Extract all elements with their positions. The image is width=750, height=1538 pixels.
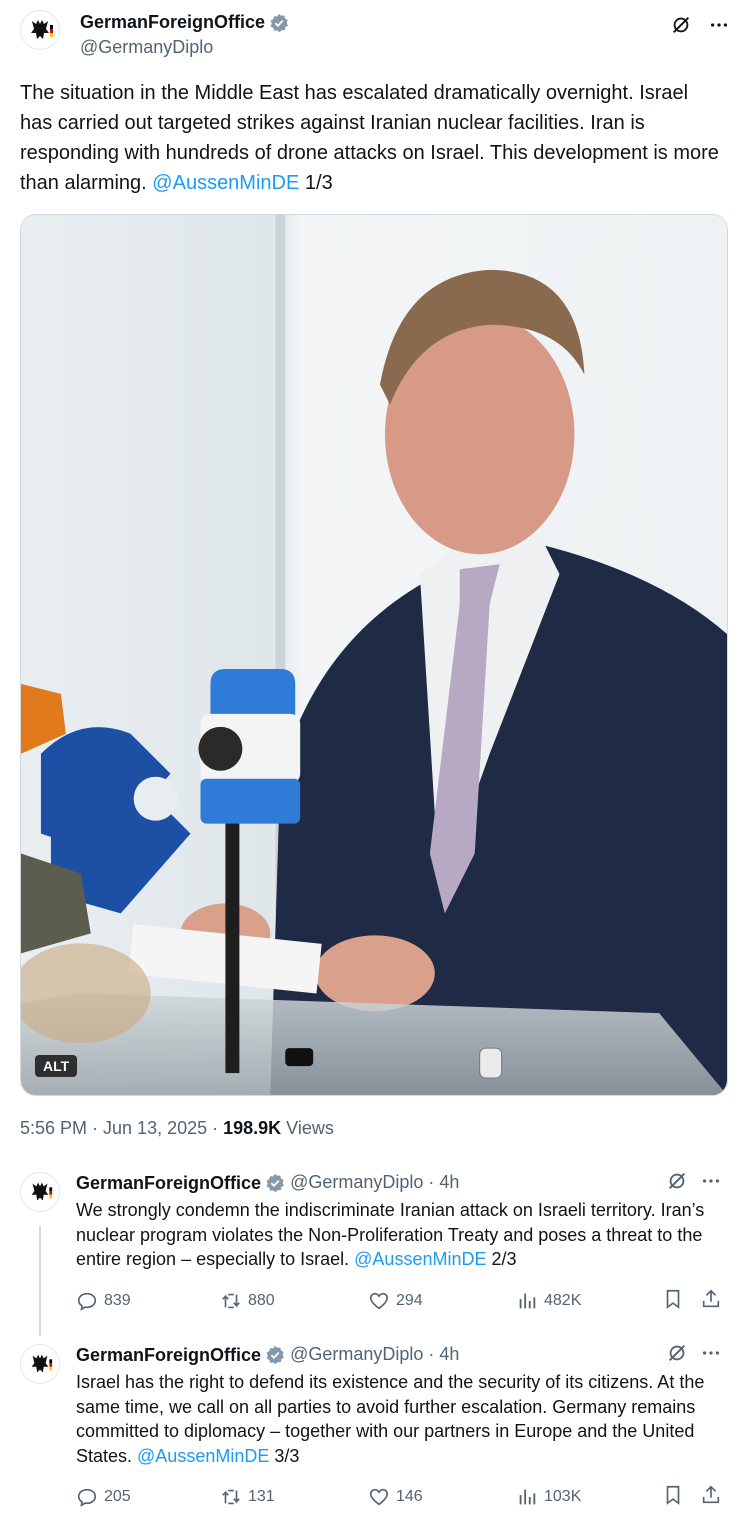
more-icon[interactable] <box>700 1342 722 1364</box>
thread-counter: 2/3 <box>486 1249 517 1269</box>
display-name[interactable]: GermanForeignOffice <box>76 1173 261 1194</box>
reply-icon <box>77 1488 97 1507</box>
verified-badge-icon <box>270 13 288 32</box>
reply-header: GermanForeignOffice @GermanyDiplo · 4h <box>76 1172 459 1194</box>
thread-reply[interactable]: GermanForeignOffice @GermanyDiplo · 4h I… <box>0 1344 750 1524</box>
thread-counter: 1/3 <box>299 172 333 194</box>
tweet-text-body: The situation in the Middle East has esc… <box>20 82 719 194</box>
display-name[interactable]: GermanForeignOffice <box>80 12 265 33</box>
view-count: 103K <box>544 1488 582 1505</box>
thread-reply[interactable]: GermanForeignOffice @GermanyDiplo · 4h W… <box>0 1170 750 1336</box>
eagle-icon <box>31 20 53 39</box>
views-button[interactable]: 482K <box>516 1290 581 1312</box>
avatar[interactable] <box>20 10 60 50</box>
verified-badge-icon <box>266 1174 284 1193</box>
mention-link[interactable]: @AussenMinDE <box>152 172 299 194</box>
reply-icon <box>77 1292 97 1311</box>
analytics-icon <box>519 1489 536 1505</box>
views-label: Views <box>281 1118 334 1138</box>
reply-text: We strongly condemn the indiscriminate I… <box>76 1198 726 1272</box>
display-name[interactable]: GermanForeignOffice <box>76 1345 261 1366</box>
repost-icon <box>222 1489 240 1505</box>
grok-icon[interactable] <box>666 1170 688 1192</box>
avatar[interactable] <box>20 1172 60 1212</box>
avatar[interactable] <box>20 1344 60 1384</box>
reply-button[interactable]: 205 <box>76 1486 131 1508</box>
verified-badge-icon <box>266 1346 284 1365</box>
more-icon[interactable] <box>700 1170 722 1192</box>
view-count: 482K <box>544 1292 582 1309</box>
timestamp[interactable]: 5:56 PM · Jun 13, 2025 · <box>20 1118 223 1138</box>
tweet-meta: 5:56 PM · Jun 13, 2025 · 198.9K Views <box>20 1118 334 1139</box>
mention-link[interactable]: @AussenMinDE <box>354 1249 486 1269</box>
reply-count: 839 <box>104 1292 131 1309</box>
tweet-text: The situation in the Middle East has esc… <box>20 78 720 198</box>
thread-counter: 3/3 <box>269 1445 300 1466</box>
bookmark-icon[interactable] <box>662 1288 684 1310</box>
action-bar: 205 131 146 103K <box>76 1484 726 1510</box>
like-button[interactable]: 294 <box>368 1290 423 1312</box>
more-icon[interactable] <box>708 14 730 36</box>
eagle-icon <box>31 1182 53 1201</box>
post-age[interactable]: · 4h <box>428 1172 459 1192</box>
heart-icon <box>369 1292 389 1310</box>
repost-button[interactable]: 131 <box>220 1486 275 1508</box>
view-count: 198.9K <box>223 1118 282 1138</box>
tweet-header: GermanForeignOffice @GermanyDiplo <box>20 10 730 60</box>
reply-button[interactable]: 839 <box>76 1290 131 1312</box>
like-button[interactable]: 146 <box>368 1486 423 1508</box>
press-conference-image <box>21 215 727 1095</box>
mention-link[interactable]: @AussenMinDE <box>137 1446 269 1466</box>
heart-icon <box>369 1488 389 1506</box>
handle[interactable]: @GermanyDiplo <box>290 1344 423 1364</box>
eagle-icon <box>31 1354 53 1373</box>
handle[interactable]: @GermanyDiplo <box>80 37 289 58</box>
bookmark-icon[interactable] <box>662 1484 684 1506</box>
grok-icon[interactable] <box>666 1342 688 1364</box>
tweet-photo[interactable]: ALT <box>20 214 728 1096</box>
views-button[interactable]: 103K <box>516 1486 581 1508</box>
like-count: 294 <box>396 1292 423 1309</box>
thread-line <box>39 1226 41 1336</box>
repost-count: 880 <box>248 1292 275 1309</box>
handle[interactable]: @GermanyDiplo <box>290 1172 423 1192</box>
like-count: 146 <box>396 1488 423 1505</box>
reply-text: Israel has the right to defend its exist… <box>76 1370 726 1468</box>
action-bar: 839 880 294 482K <box>76 1288 726 1314</box>
analytics-icon <box>519 1293 536 1309</box>
reply-header: GermanForeignOffice @GermanyDiplo · 4h <box>76 1344 459 1366</box>
grok-icon[interactable] <box>670 14 692 36</box>
share-icon[interactable] <box>700 1484 722 1506</box>
post-age[interactable]: · 4h <box>428 1344 459 1364</box>
repost-button[interactable]: 880 <box>220 1290 275 1312</box>
reply-count: 205 <box>104 1488 131 1505</box>
alt-badge[interactable]: ALT <box>35 1055 78 1077</box>
repost-count: 131 <box>248 1488 275 1505</box>
repost-icon <box>222 1293 240 1309</box>
share-icon[interactable] <box>700 1288 722 1310</box>
